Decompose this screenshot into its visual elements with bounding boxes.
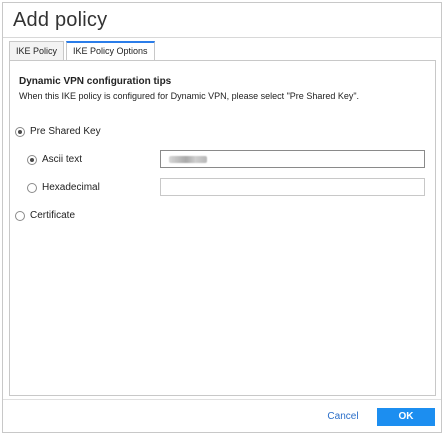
cancel-button[interactable]: Cancel bbox=[321, 408, 365, 426]
pre-shared-key-label: Pre Shared Key bbox=[30, 126, 101, 137]
ok-button[interactable]: OK bbox=[377, 408, 435, 426]
hexadecimal-radio[interactable] bbox=[27, 182, 37, 193]
pre-shared-key-radio[interactable] bbox=[15, 126, 25, 137]
ascii-text-label: Ascii text bbox=[42, 154, 83, 165]
certificate-label: Certificate bbox=[30, 210, 76, 221]
tab-panel: Dynamic VPN configuration tips When this… bbox=[9, 60, 436, 396]
certificate-option[interactable]: Certificate bbox=[15, 210, 75, 221]
tab-bar: IKE Policy IKE Policy Options bbox=[9, 41, 157, 61]
hexadecimal-option[interactable]: Hexadecimal bbox=[27, 182, 100, 193]
masked-key-value bbox=[169, 156, 207, 163]
tab-ike-policy[interactable]: IKE Policy bbox=[9, 41, 65, 61]
pre-shared-key-option[interactable]: Pre Shared Key bbox=[15, 126, 101, 137]
tips-title: Dynamic VPN configuration tips bbox=[19, 76, 172, 87]
hexadecimal-label: Hexadecimal bbox=[42, 182, 100, 193]
footer-divider bbox=[3, 399, 441, 400]
tab-ike-policy-options[interactable]: IKE Policy Options bbox=[66, 41, 155, 61]
title-divider bbox=[3, 37, 441, 38]
certificate-radio[interactable] bbox=[15, 210, 25, 221]
tips-text: When this IKE policy is configured for D… bbox=[19, 91, 360, 101]
ascii-text-option[interactable]: Ascii text bbox=[27, 154, 82, 165]
ascii-text-radio[interactable] bbox=[27, 154, 37, 165]
hex-key-input[interactable] bbox=[160, 178, 425, 196]
ascii-key-input[interactable] bbox=[160, 150, 425, 168]
dialog-title: Add policy bbox=[13, 9, 108, 31]
add-policy-dialog: Add policy IKE Policy IKE Policy Options… bbox=[2, 2, 442, 433]
